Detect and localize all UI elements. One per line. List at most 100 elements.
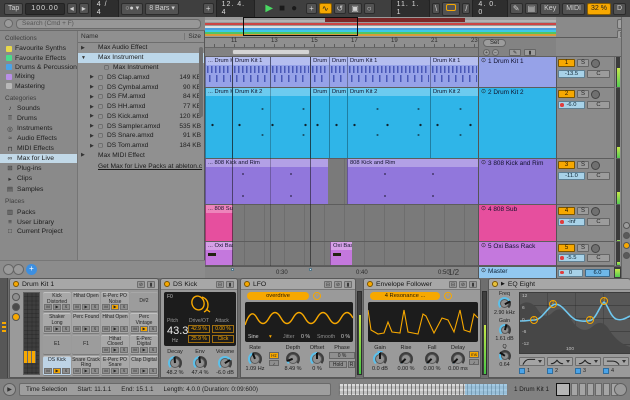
sidebar-item-category[interactable]: ⠿ Drums [0,113,77,123]
arrangement-clip[interactable]: Drum Kit 1 [347,57,430,87]
device-header[interactable]: LFO ⊟⊘▮ [241,279,355,290]
fall-knob[interactable] [425,352,439,366]
arrangement-clip[interactable]: Drum K [310,88,329,158]
device-header[interactable]: DS Kick ⊟▮ [161,279,237,290]
track-header-3[interactable]: ⊙ 3 808 Kick and Rim [479,159,556,205]
sync-toggle[interactable]: ♪ [469,359,479,366]
device-header[interactable]: ▶ EQ Eight [489,279,630,290]
solo-button[interactable]: S [577,59,589,67]
pan-field[interactable]: C [587,101,610,109]
sidebar-item-collection[interactable]: Favourite Synths [0,44,77,53]
stop-button[interactable]: ■ [277,4,287,13]
sidebar-item-place[interactable]: ▥ Packs [0,207,77,217]
draw-mode-icon[interactable]: ✎ [510,3,523,14]
env-knob[interactable] [193,356,207,370]
sidebar-item-category[interactable]: ≈ Audio Effects [0,134,77,143]
filter-type-selector[interactable] [603,357,629,366]
arm-button[interactable] [591,59,600,68]
gain-knob[interactable] [499,324,511,336]
delay-toggle-icon[interactable] [623,252,630,259]
play-button[interactable]: ▶ [263,4,275,13]
disk-overload-indicator[interactable]: D [613,3,626,15]
file-list-item[interactable]: ▶ ◻ DS Clap.amxd 149 KB [78,72,204,82]
smooth-value[interactable]: 0 % [341,334,350,340]
add-locator-icon[interactable]: + [483,49,490,56]
offset-knob[interactable] [310,352,324,366]
pan-field[interactable]: C [587,172,610,180]
pad-solo-button[interactable]: S [120,347,128,353]
arrangement-clip[interactable]: ... Oxi Bass [205,242,233,265]
save-preset-icon[interactable]: ▮ [226,281,234,288]
pan-field[interactable]: C [587,218,610,226]
pad-play-button[interactable]: ▶ [140,368,148,374]
hot-swap-icon[interactable]: ⊘ [137,281,145,288]
session-record-icon[interactable]: ○ [364,3,375,14]
filter-type-selector[interactable] [519,357,545,366]
selection-handle-left[interactable] [231,268,234,271]
hot-swap-icon[interactable]: ⊘ [459,281,467,288]
file-list-item[interactable]: ▶ ◻ DS Cymbal.amxd 90 KB [78,82,204,92]
metronome-button[interactable]: ○● ▾ [121,3,143,15]
expand-arrow-icon[interactable]: ▶ [90,74,96,80]
scrub-area[interactable] [205,48,478,57]
loop-brace[interactable] [232,49,310,55]
pad-play-button[interactable]: ▶ [111,304,119,310]
device-on-toggle[interactable] [492,281,498,287]
arrangement-clip[interactable]: ... Drum Kit [205,57,232,87]
band-active-toggle[interactable] [575,368,581,374]
arm-button[interactable] [591,207,600,216]
loop-switch[interactable] [442,2,460,16]
lfo-waveform-display[interactable]: Sine ▾ Jitter 0 % Smooth 0 % [245,302,353,342]
beat-time-ruler[interactable]: 11131517192123 [205,38,478,48]
drum-pad[interactable]: E1 M ▶ S [43,335,71,355]
map-target-button[interactable]: 4 Resonance ... [370,292,440,300]
drum-pad[interactable]: Clap Digital M ▶ S [130,356,158,376]
sidebar-item-category[interactable]: ▸ Clips [0,174,77,184]
pad-mute-button[interactable]: M [44,326,52,332]
solo-button[interactable]: S [577,207,589,215]
expand-arrow-icon[interactable]: ▼ [81,55,87,61]
pad-play-button[interactable]: ▶ [111,326,119,332]
retrigger-button[interactable]: R [348,361,355,368]
arrangement-clip[interactable] [270,57,310,87]
track-header-1[interactable]: ⊙ 1 Drum Kit 1 [479,57,556,88]
pad-play-button[interactable]: ▶ [111,347,119,353]
set-button[interactable]: Set [483,39,506,47]
q-knob[interactable] [499,350,511,362]
pad-play-button[interactable]: ▶ [82,368,90,374]
nudge-up-icon[interactable]: ▸ [79,3,89,14]
file-list-item[interactable]: ▶ ◻ DS Tom.amxd 184 KB [78,141,204,151]
arm-button[interactable] [591,161,600,170]
expand-arrow-icon[interactable]: ▶ [90,84,96,90]
track-activator[interactable]: 2 [558,90,575,98]
io-toggle-icon[interactable] [623,222,630,229]
capture-midi-icon[interactable]: ▣ [348,3,362,14]
pad-solo-button[interactable]: S [120,368,128,374]
fold-icon[interactable]: ⊙ [481,206,486,213]
pad-play-button[interactable]: ▶ [53,368,61,374]
arrangement-position-field[interactable]: 12. 4. 4 [216,0,256,19]
hz-toggle[interactable]: Hz [269,352,279,359]
sidebar-item-collection[interactable]: Mixing [0,72,77,81]
add-folder-icon[interactable]: + [26,264,37,275]
file-list-item[interactable]: Get Max for Live Packs at ableton.c [78,160,204,171]
device-header[interactable]: Drum Kit 1 ⊘▮ [10,279,158,290]
pad-solo-button[interactable]: S [62,368,70,374]
drum-pad[interactable]: Hihat Closed M ▶ S [101,335,129,355]
track-header-5[interactable]: ⊙ 5 Oxi Bass Rack [479,242,556,266]
pad-mute-button[interactable]: M [44,368,52,374]
track-header-2[interactable]: ⊙ 2 Drum Kit 2 [479,88,556,159]
tempo-field[interactable]: 100.00 [25,3,64,15]
pad-play-button[interactable]: ▶ [53,326,61,332]
drum-pad[interactable]: Shaker Long M ▶ S [43,313,71,333]
pad-solo-button[interactable]: S [120,304,128,310]
band-active-toggle[interactable] [519,368,525,374]
track-lane-oxi-bass[interactable]: ... Oxi BassOxi Bas [205,242,478,266]
drum-pad[interactable]: E-Perc PO Noise M ▶ S [101,292,129,312]
fold-icon[interactable]: ⊙ [481,160,486,167]
file-list-item[interactable]: ▼ Max Instrument [78,53,204,63]
attack-value[interactable]: 0.00 % [212,325,234,333]
sidebar-item-category[interactable]: ◎ Instruments [0,124,77,134]
device-on-toggle[interactable] [164,281,170,287]
volume-field[interactable]: -6.0 [558,101,585,109]
